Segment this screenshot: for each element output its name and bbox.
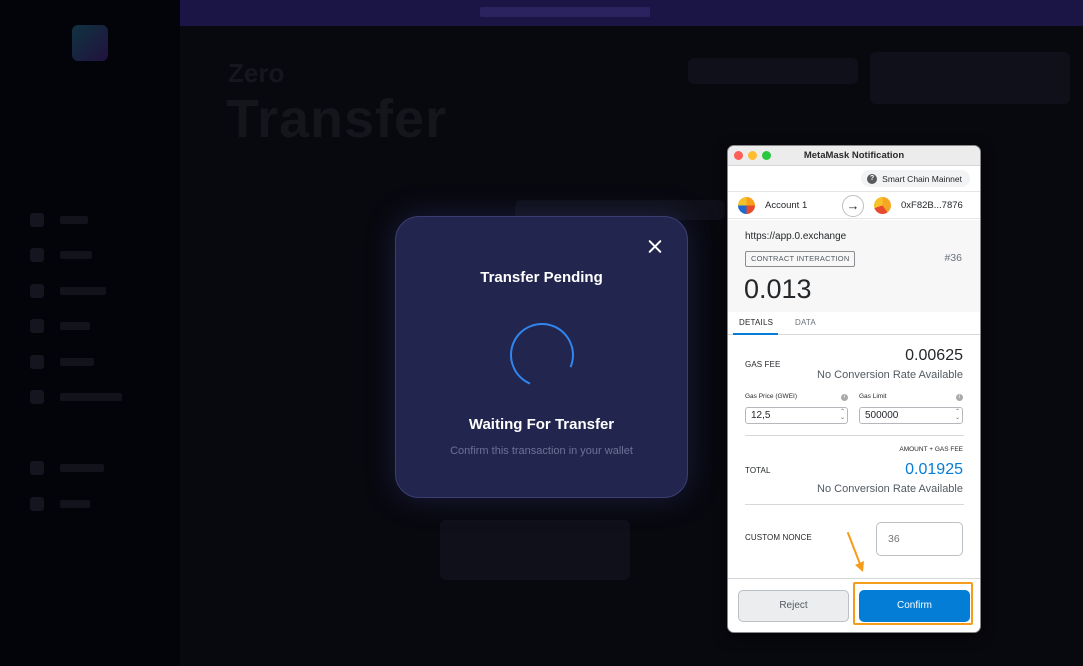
- modal-status: Waiting For Transfer: [468, 416, 615, 433]
- amount-gas-label: AMOUNT + GAS FEE: [899, 446, 963, 453]
- nav-icon: [30, 355, 44, 369]
- divider: [745, 435, 964, 436]
- gas-price-input[interactable]: 12,5 ⌃ ⌄: [745, 407, 848, 424]
- from-account-name[interactable]: Account 1: [765, 200, 807, 211]
- total-value: 0.01925: [905, 461, 963, 478]
- nav-icon: [30, 497, 44, 511]
- to-account-avatar: [874, 197, 891, 214]
- close-icon[interactable]: [647, 239, 663, 255]
- details-tabs: DETAILS DATA: [728, 312, 980, 335]
- gas-limit-label: Gas Limit: [859, 393, 887, 400]
- transaction-number: #36: [944, 252, 962, 264]
- from-account-avatar: [738, 197, 755, 214]
- info-icon[interactable]: i: [956, 394, 963, 401]
- top-banner: [180, 0, 1083, 26]
- gas-fee-conversion: No Conversion Rate Available: [817, 369, 963, 381]
- arrow-down-icon: [847, 532, 864, 572]
- transaction-amount: 0.013: [744, 274, 812, 304]
- total-conversion: No Conversion Rate Available: [817, 483, 963, 495]
- nav-label-placeholder: [60, 464, 104, 472]
- nav-label-placeholder: [60, 358, 94, 366]
- app-logo: [72, 25, 108, 61]
- sidebar-item[interactable]: [30, 283, 106, 299]
- page-title: Transfer: [226, 89, 448, 149]
- gas-price-label: Gas Price (GWEI): [745, 393, 798, 400]
- sidebar-item[interactable]: [30, 496, 90, 512]
- nav-icon: [30, 248, 44, 262]
- info-icon[interactable]: i: [841, 394, 848, 401]
- nav-icon: [30, 213, 44, 227]
- transfer-modal: Transfer Pending Waiting For Transfer Co…: [395, 216, 688, 498]
- gas-price-stepper-icon[interactable]: ⌃ ⌄: [840, 409, 845, 421]
- custom-nonce-label: CUSTOM NONCE: [745, 533, 812, 542]
- question-icon: ?: [867, 173, 878, 184]
- divider: [745, 504, 964, 505]
- reject-button[interactable]: Reject: [738, 590, 849, 622]
- contract-interaction-badge: CONTRACT INTERACTION: [745, 251, 856, 267]
- sidebar-item[interactable]: [30, 389, 122, 405]
- window-title: MetaMask Notification: [803, 150, 905, 161]
- window-titlebar: MetaMask Notification: [728, 146, 980, 166]
- wallet-panel-placeholder[interactable]: [870, 52, 1070, 104]
- nav-label-placeholder: [60, 322, 90, 330]
- gas-fee-label: GAS FEE: [745, 360, 781, 369]
- card-placeholder: [440, 520, 630, 580]
- nav-icon: [30, 390, 44, 404]
- network-selector-placeholder[interactable]: [688, 58, 858, 84]
- origin-url: https://app.0.exchange: [745, 231, 847, 242]
- gas-fee-value: 0.00625: [905, 347, 963, 364]
- banner-text-placeholder: [480, 7, 650, 17]
- nav-label-placeholder: [60, 393, 122, 401]
- sidebar-item[interactable]: [30, 247, 92, 263]
- sidebar: [0, 0, 180, 666]
- nav-icon: [30, 319, 44, 333]
- tab-details[interactable]: DETAILS: [739, 318, 773, 327]
- gas-limit-input[interactable]: 500000 ⌃ ⌄: [859, 407, 963, 424]
- account-row: Account 1 → 0xF82B...7876: [728, 191, 980, 219]
- total-label: TOTAL: [745, 466, 771, 475]
- nav-icon: [30, 461, 44, 475]
- transaction-summary: https://app.0.exchange CONTRACT INTERACT…: [728, 220, 980, 312]
- tab-data[interactable]: DATA: [795, 318, 816, 327]
- gas-limit-stepper-icon[interactable]: ⌃ ⌄: [955, 409, 960, 421]
- custom-nonce-input[interactable]: [876, 522, 963, 556]
- nav-label-placeholder: [60, 216, 88, 224]
- arrow-right-icon: →: [842, 195, 864, 217]
- page-kicker: Zero: [228, 58, 285, 88]
- modal-title: Transfer Pending: [480, 269, 603, 286]
- sidebar-item[interactable]: [30, 212, 88, 228]
- network-name: Smart Chain Mainnet: [882, 173, 962, 184]
- sidebar-item[interactable]: [30, 354, 94, 370]
- gas-limit-value: 500000: [865, 410, 899, 421]
- confirm-highlight-box: [853, 582, 973, 625]
- sidebar-item[interactable]: [30, 318, 90, 334]
- nav-label-placeholder: [60, 251, 92, 259]
- loading-spinner-icon: [500, 313, 584, 397]
- network-indicator[interactable]: ? Smart Chain Mainnet: [861, 170, 970, 187]
- modal-hint: Confirm this transaction in your wallet: [450, 445, 633, 457]
- sidebar-item[interactable]: [30, 460, 104, 476]
- nav-icon: [30, 284, 44, 298]
- nav-label-placeholder: [60, 287, 106, 295]
- gas-price-value: 12,5: [751, 410, 771, 421]
- active-tab-indicator: [733, 333, 778, 335]
- nav-label-placeholder: [60, 500, 90, 508]
- to-address[interactable]: 0xF82B...7876: [901, 200, 963, 211]
